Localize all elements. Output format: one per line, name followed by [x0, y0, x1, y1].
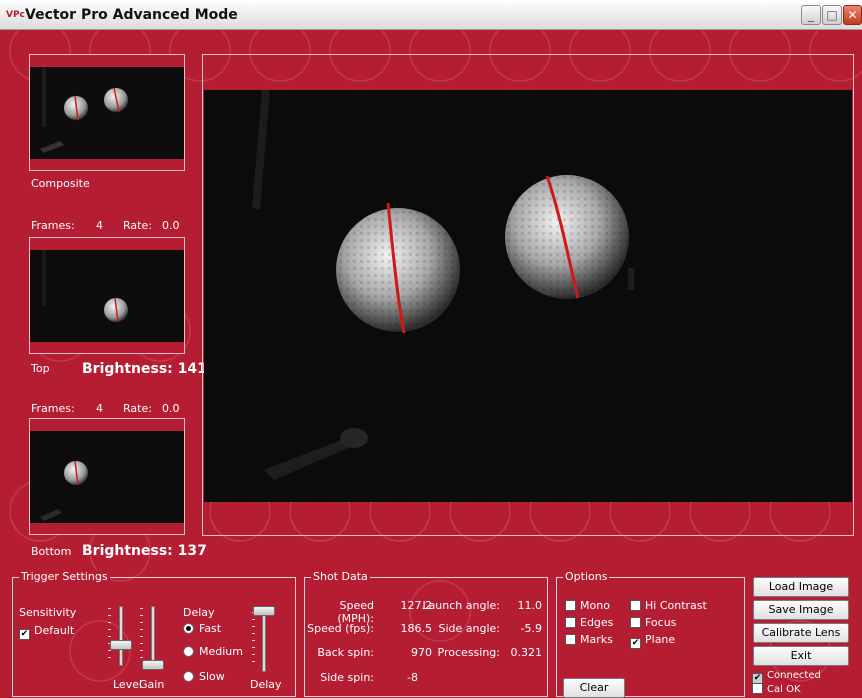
maximize-button[interactable]: □: [822, 5, 842, 25]
bottom-rate-value: 0.0: [162, 402, 180, 415]
radio-dot[interactable]: [183, 623, 194, 634]
tee: [40, 141, 64, 153]
edges-label: Edges: [580, 616, 614, 629]
tee-head: [340, 428, 368, 448]
focus-checkbox[interactable]: Focus: [630, 616, 676, 629]
delay-ticks: [252, 612, 255, 668]
clear-count-button[interactable]: Clear Count: [563, 678, 625, 698]
mono-check-box[interactable]: [565, 600, 576, 611]
launch-angle-label: Launch angle:: [422, 599, 500, 612]
top-brightness: Brightness: 141: [82, 361, 207, 377]
plane-label: Plane: [645, 633, 676, 646]
tee-shadow: [42, 67, 46, 127]
default-checkbox[interactable]: ✔ Default: [19, 624, 74, 640]
main-camera-image[interactable]: [204, 90, 852, 502]
default-check-box[interactable]: ✔: [19, 629, 30, 640]
marks-check-box[interactable]: [565, 634, 576, 645]
gain-slider-thumb[interactable]: [142, 660, 164, 670]
shot-data-title: Shot Data: [311, 570, 370, 583]
speed-fps-label: Speed (fps):: [307, 622, 374, 635]
app-icon: VPc: [6, 10, 25, 20]
exit-button[interactable]: Exit: [753, 646, 849, 666]
delay-medium-label: Medium: [199, 645, 243, 658]
top-frames-label: Frames:: [31, 219, 75, 232]
connected-label: Connected: [767, 670, 821, 681]
bottom-frames-label: Frames:: [31, 402, 75, 415]
side-angle-value: -5.9: [520, 622, 542, 635]
window-title: Vector Pro Advanced Mode: [25, 7, 238, 23]
delay-fast-radio[interactable]: Fast: [183, 622, 221, 635]
save-image-button[interactable]: Save Image: [753, 600, 849, 620]
focus-check-box[interactable]: [630, 617, 641, 628]
calibrate-lens-button[interactable]: Calibrate Lens: [753, 623, 849, 643]
close-button[interactable]: ✕: [843, 5, 862, 25]
cal-ok-check-box: [752, 683, 763, 694]
bottom-label: Bottom: [31, 545, 72, 558]
options-title: Options: [563, 570, 610, 583]
mono-label: Mono: [580, 599, 610, 612]
gain-label: Gain: [139, 678, 165, 691]
focus-label: Focus: [645, 616, 677, 629]
main-image-frame: [202, 54, 854, 536]
top-frames-value: 4: [96, 219, 103, 232]
edges-checkbox[interactable]: Edges: [565, 616, 613, 629]
delay-slider-label: Delay: [250, 678, 282, 691]
level-slider-track[interactable]: [119, 606, 123, 666]
marks-checkbox[interactable]: Marks: [565, 633, 613, 646]
bottom-brightness: Brightness: 137: [82, 543, 207, 559]
composite-thumbnail[interactable]: [29, 54, 185, 171]
plane-check-box[interactable]: ✔: [630, 638, 641, 649]
processing-value: 0.321: [510, 646, 543, 659]
edges-check-box[interactable]: [565, 617, 576, 628]
level-ticks: [108, 608, 111, 664]
back-spin-label: Back spin:: [317, 646, 374, 659]
top-label: Top: [31, 362, 50, 375]
mono-checkbox[interactable]: Mono: [565, 599, 610, 612]
gain-slider-track[interactable]: [151, 606, 155, 666]
side-spin-value: -8: [407, 671, 418, 684]
top-rate-label: Rate:: [123, 219, 152, 232]
marks-label: Marks: [580, 633, 613, 646]
cal-ok-label: Cal OK: [767, 684, 801, 695]
delay-slider-track[interactable]: [262, 610, 266, 672]
top-rate-value: 0.0: [162, 219, 180, 232]
level-label: Level: [113, 678, 143, 691]
delay-medium-radio[interactable]: Medium: [183, 645, 243, 658]
delay-label: Delay: [183, 606, 215, 619]
bottom-rate-label: Rate:: [123, 402, 152, 415]
delay-fast-label: Fast: [199, 622, 222, 635]
processing-label: Processing:: [437, 646, 500, 659]
bottom-camera-thumbnail[interactable]: [29, 418, 185, 535]
load-image-button[interactable]: Load Image: [753, 577, 849, 597]
gain-ticks: [140, 608, 143, 664]
delay-slider-thumb[interactable]: [253, 606, 275, 616]
hi-contrast-checkbox[interactable]: Hi Contrast: [630, 599, 707, 612]
delay-slow-label: Slow: [199, 670, 225, 683]
cal-ok-status: Cal OK: [752, 683, 801, 695]
side-angle-label: Side angle:: [438, 622, 500, 635]
connected-status: ✔ Connected: [752, 670, 821, 684]
hi-contrast-label: Hi Contrast: [645, 599, 707, 612]
tee-shadow-upper: [252, 90, 270, 210]
default-label: Default: [34, 624, 75, 637]
small-artifact: [628, 268, 634, 290]
delay-slow-radio[interactable]: Slow: [183, 670, 225, 683]
radio-dot[interactable]: [183, 671, 194, 682]
plane-checkbox[interactable]: ✔ Plane: [630, 633, 675, 649]
bottom-frames-value: 4: [96, 402, 103, 415]
radio-dot[interactable]: [183, 646, 194, 657]
bottom-camera-image: [30, 431, 184, 523]
level-slider-thumb[interactable]: [110, 640, 132, 650]
launch-angle-value: 11.0: [517, 599, 543, 612]
composite-image: [30, 67, 184, 159]
top-camera-image: [30, 250, 184, 342]
hi-contrast-check-box[interactable]: [630, 600, 641, 611]
sensitivity-label: Sensitivity: [19, 606, 77, 619]
minimize-button[interactable]: _: [801, 5, 821, 25]
title-bar: VPc Vector Pro Advanced Mode _ □ ✕: [0, 0, 862, 30]
composite-label: Composite: [31, 177, 90, 190]
trigger-settings-title: Trigger Settings: [19, 570, 110, 583]
side-spin-label: Side spin:: [320, 671, 374, 684]
top-camera-thumbnail[interactable]: [29, 237, 185, 354]
